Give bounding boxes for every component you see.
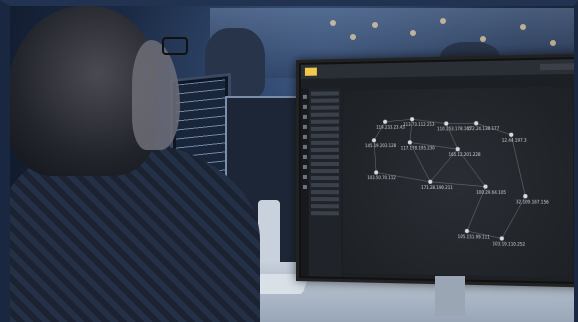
graph-node-label: 165.12.201.228 xyxy=(449,152,482,157)
main-monitor-stand xyxy=(435,276,465,316)
graph-node-label: 100.29.64.105 xyxy=(476,189,506,194)
graph-node-label: 103.50.70.112 xyxy=(367,175,396,180)
properties-panel xyxy=(573,84,578,283)
office-photo: 119.233.23.43 113.73.112.213 110.253.178.1… xyxy=(0,0,578,322)
graph-node[interactable] xyxy=(464,228,470,234)
entity-list xyxy=(308,88,341,277)
graph-node-label: 113.73.112.213 xyxy=(403,122,435,128)
graph-node-label: 32.109.167.156 xyxy=(516,199,549,205)
graph-canvas[interactable]: 119.233.23.43 113.73.112.213 110.253.178.1… xyxy=(342,86,574,278)
glasses xyxy=(162,37,188,55)
graph-edge xyxy=(511,135,525,197)
graph-node[interactable] xyxy=(410,117,415,122)
graph-node-label: 105.151.99.111 xyxy=(458,234,491,240)
graph-node-label: 12.44.197.3 xyxy=(502,137,527,142)
analyst-face xyxy=(132,40,180,150)
graph-node[interactable] xyxy=(444,121,449,126)
graph-node[interactable] xyxy=(483,184,488,189)
main-monitor: 119.233.23.43 113.73.112.213 110.253.178.1… xyxy=(296,53,578,288)
graph-node[interactable] xyxy=(371,138,376,143)
graph-node[interactable] xyxy=(428,179,433,184)
graph-node[interactable] xyxy=(523,194,528,199)
graph-node[interactable] xyxy=(499,236,504,241)
search-box[interactable] xyxy=(540,63,578,71)
icon-rail xyxy=(300,88,309,277)
graph-node[interactable] xyxy=(455,147,460,152)
monitor-stand xyxy=(258,200,280,270)
network-graph: 119.233.23.43113.73.112.213110.253.178.1… xyxy=(365,117,549,247)
graph-node-label: 103.19.110.252 xyxy=(492,241,525,247)
graph-node[interactable] xyxy=(374,170,379,175)
graph-node-label: 119.233.23.43 xyxy=(376,124,405,129)
graph-node[interactable] xyxy=(474,121,479,126)
graph-node-label: 117.178.195.230 xyxy=(401,145,436,150)
graph-node-label: 145.19.203.128 xyxy=(365,143,397,148)
graph-node[interactable] xyxy=(383,119,388,124)
app-logo xyxy=(304,67,317,76)
graph-app: 119.233.23.43 113.73.112.213 110.253.178.1… xyxy=(300,58,578,283)
graph-node-label: 171.28.190.211 xyxy=(421,185,453,190)
graph-node[interactable] xyxy=(407,140,412,145)
graph-node-label: 172.24.138.177 xyxy=(467,126,500,132)
graph-node[interactable] xyxy=(509,132,514,137)
